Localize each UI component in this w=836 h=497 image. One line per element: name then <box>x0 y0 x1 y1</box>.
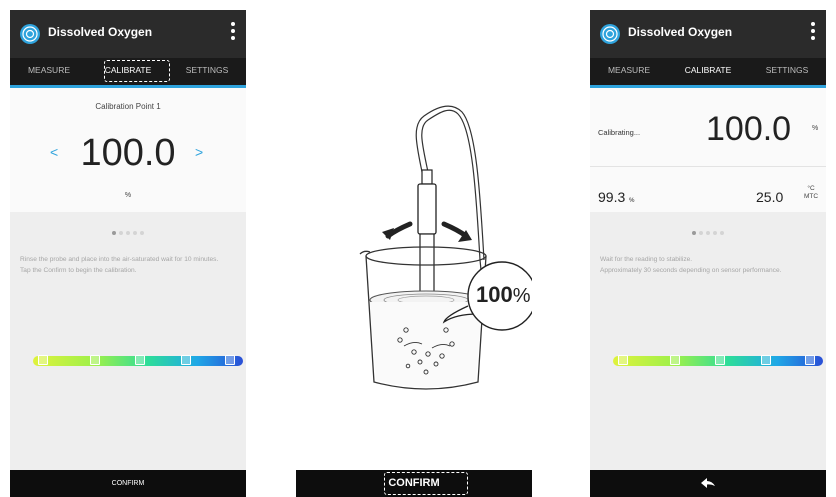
more-options-icon[interactable] <box>230 22 236 46</box>
gradient-marker <box>618 355 628 365</box>
right-phone-screen: Dissolved Oxygen MEASURE CALIBRATE SETTI… <box>590 10 826 497</box>
page-dot <box>126 231 130 235</box>
app-title: Dissolved Oxygen <box>48 25 153 39</box>
page-indicator <box>10 222 246 240</box>
confirm-bar: CONFIRM <box>296 470 532 497</box>
reading-unit: % <box>629 198 635 204</box>
confirm-button[interactable]: CONFIRM <box>296 470 532 497</box>
app-bar: Dissolved Oxygen <box>10 10 246 58</box>
calibrating-status: Calibrating... <box>598 128 641 137</box>
calibration-unit: % <box>812 125 819 132</box>
calibration-value: 100.0 <box>80 132 176 174</box>
temperature-unit-block: °C MTC <box>800 185 822 201</box>
calibration-panel: Calibration Point 1 < 100.0 > % <box>10 88 246 212</box>
gradient-marker <box>670 355 680 365</box>
tab-measure[interactable]: MEASURE <box>10 58 88 85</box>
gradient-marker <box>135 355 145 365</box>
tab-calibrate[interactable]: CALIBRATE <box>669 58 747 85</box>
bottom-navigation-bar <box>590 470 826 497</box>
page-dot <box>140 231 144 235</box>
gradient-marker <box>181 355 191 365</box>
page-dot <box>692 231 696 235</box>
tab-settings[interactable]: SETTINGS <box>168 58 246 85</box>
app-logo-icon <box>20 24 40 44</box>
left-phone-screen: Dissolved Oxygen MEASURE CALIBRATE SETTI… <box>10 10 246 497</box>
instructions-text: Wait for the reading to stabilize. Appro… <box>600 256 820 278</box>
gradient-marker <box>225 355 235 365</box>
page-dot <box>112 231 116 235</box>
divider <box>590 166 826 167</box>
instructions-text: Rinse the probe and place into the air-s… <box>20 256 240 278</box>
highlight-box <box>104 60 170 82</box>
next-point-button[interactable]: > <box>195 144 203 160</box>
confirm-button[interactable]: CONFIRM <box>10 470 246 497</box>
tab-settings[interactable]: SETTINGS <box>748 58 826 85</box>
calibration-unit: % <box>124 192 132 199</box>
app-bar: Dissolved Oxygen <box>590 10 826 58</box>
reading-value: 99.3 <box>598 189 626 205</box>
page-dot <box>119 231 123 235</box>
calibration-gradient-bar <box>613 355 823 366</box>
page-dot <box>706 231 710 235</box>
page-dot <box>133 231 137 235</box>
percent-sign: % <box>512 285 531 307</box>
temperature-value: 25.0 <box>756 189 784 205</box>
calibration-value: 100.0 <box>706 110 792 148</box>
gradient-marker <box>90 355 100 365</box>
reading-display: 99.3 % <box>598 189 634 205</box>
percent-value: 100 <box>476 282 513 307</box>
probe-illustration: 100% CONFIRM <box>296 10 537 497</box>
app-title: Dissolved Oxygen <box>628 25 733 39</box>
calibration-gradient-bar <box>33 355 243 366</box>
temperature-unit: °C <box>807 185 815 192</box>
gradient-marker <box>38 355 48 365</box>
calibration-point-label: Calibration Point 1 <box>95 102 161 111</box>
page-dot <box>699 231 703 235</box>
back-arrow-icon[interactable] <box>701 478 715 489</box>
tab-bar: MEASURE CALIBRATE SETTINGS <box>10 58 246 85</box>
page-indicator <box>590 222 826 240</box>
temperature-mode: MTC <box>803 193 819 200</box>
instruction-line: Approximately 30 seconds depending on se… <box>600 267 782 274</box>
gradient-marker <box>805 355 815 365</box>
instruction-line: Rinse the probe and place into the air-s… <box>20 256 219 263</box>
tab-measure[interactable]: MEASURE <box>590 58 668 85</box>
more-options-icon[interactable] <box>810 22 816 46</box>
page-dot <box>720 231 724 235</box>
app-logo-icon <box>600 24 620 44</box>
instruction-line: Wait for the reading to stabilize. <box>600 256 693 263</box>
page-dot <box>713 231 717 235</box>
percent-readout: 100% <box>476 282 536 308</box>
gradient-marker <box>715 355 725 365</box>
tab-bar: MEASURE CALIBRATE SETTINGS <box>590 58 826 85</box>
gradient-marker <box>761 355 771 365</box>
calibration-panel: Calibrating... 100.0 % 99.3 % 25.0 °C MT… <box>590 88 826 212</box>
instruction-line: Tap the Confirm to begin the calibration… <box>20 267 137 274</box>
beaker-probe-illustration <box>359 105 537 390</box>
